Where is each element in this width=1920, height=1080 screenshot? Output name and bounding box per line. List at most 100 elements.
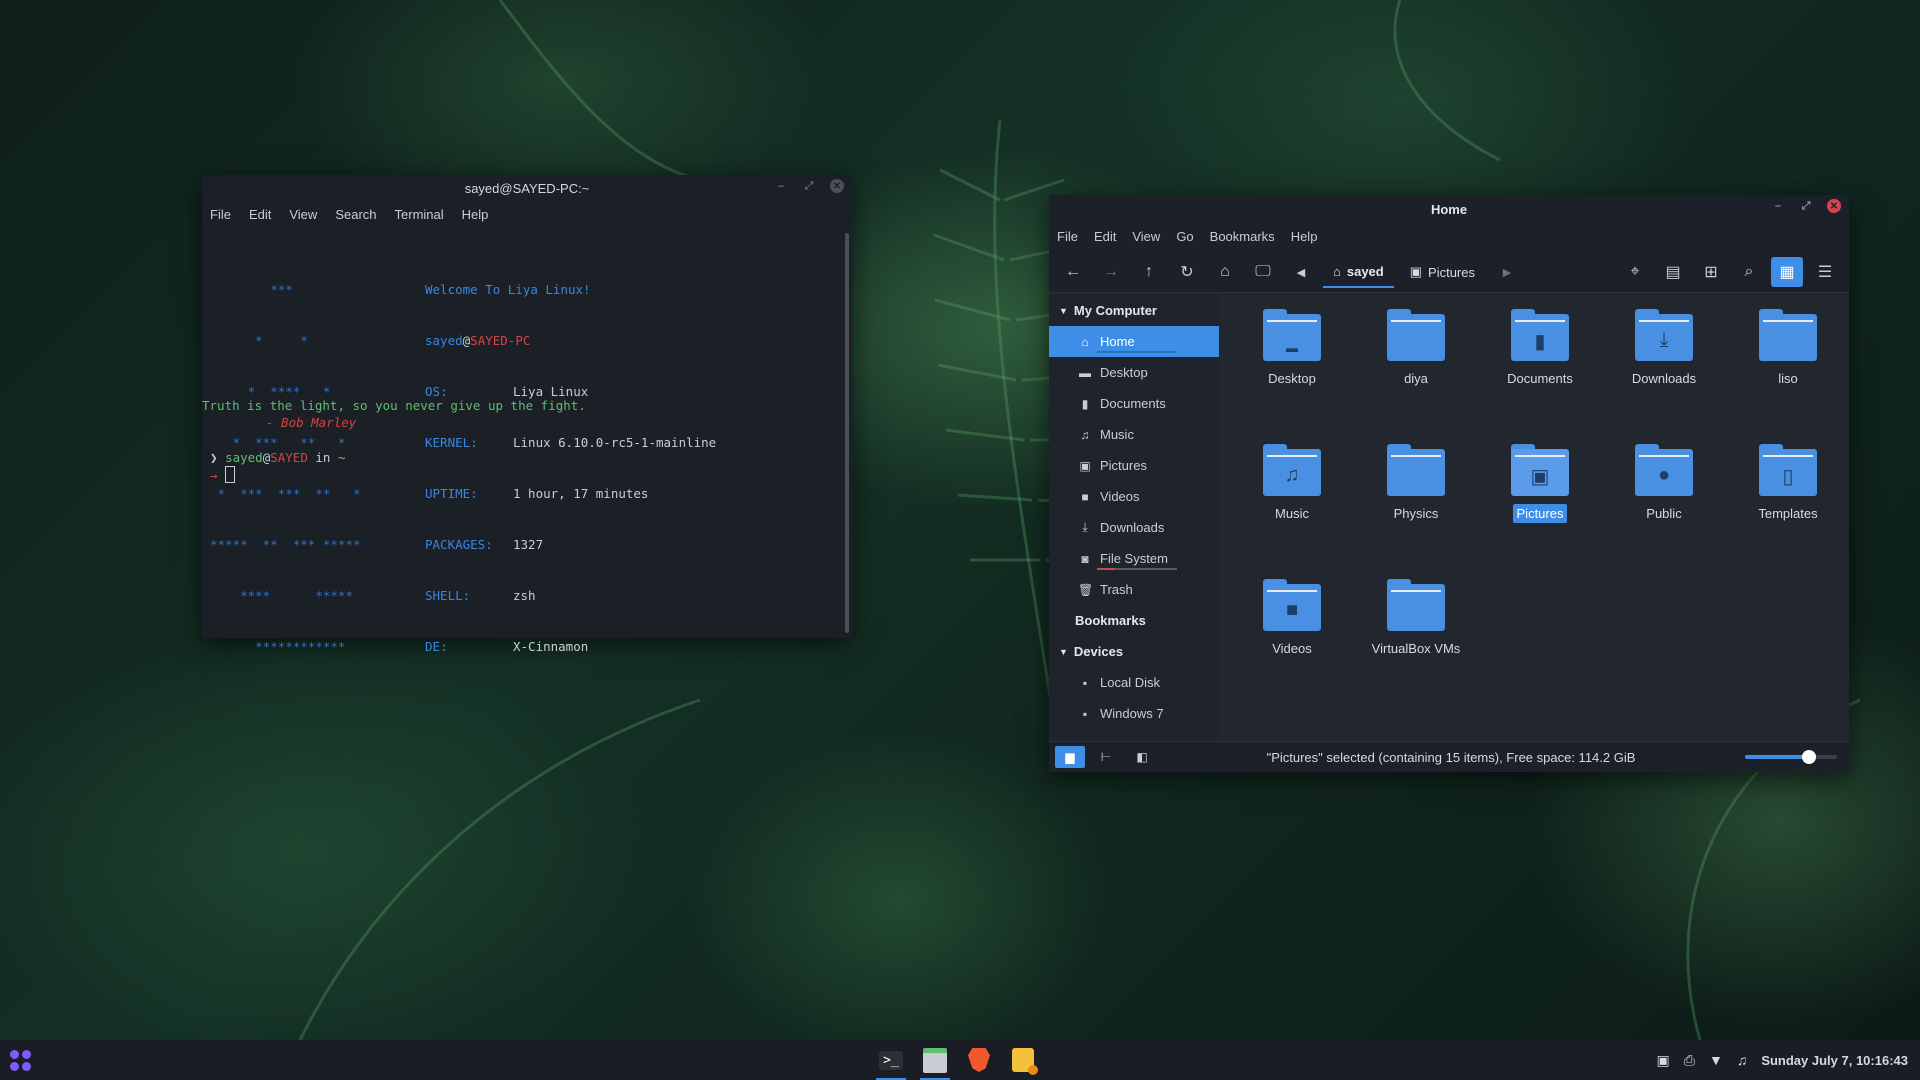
status-text: "Pictures" selected (containing 15 items… xyxy=(1266,749,1636,765)
fm-title: Home xyxy=(1430,201,1468,217)
minimize-icon[interactable]: – xyxy=(1771,199,1785,213)
document-icon: ▮ xyxy=(1081,396,1089,411)
drive-icon: ▪ xyxy=(1082,675,1088,690)
close-icon[interactable]: ✕ xyxy=(830,179,844,193)
fm-titlebar[interactable]: Home – ⤢ ✕ xyxy=(1049,195,1849,223)
menu-file[interactable]: File xyxy=(1057,229,1078,244)
tree-pane-icon[interactable]: ⊢ xyxy=(1091,746,1121,768)
maximize-icon[interactable]: ⤢ xyxy=(1799,199,1813,213)
folder-public[interactable]: ● Public xyxy=(1609,444,1719,523)
places-pane-icon[interactable]: ▆ xyxy=(1055,746,1085,768)
folder-music[interactable]: ♫ Music xyxy=(1237,444,1347,523)
sidebar-item-videos[interactable]: ■ Videos xyxy=(1049,481,1219,512)
toggle-sidebar-icon[interactable]: ◧ xyxy=(1127,746,1157,768)
music-icon[interactable]: ♫ xyxy=(1737,1052,1748,1068)
folder-desktop[interactable]: ▬ Desktop xyxy=(1237,309,1347,388)
menu-search[interactable]: Search xyxy=(335,207,376,222)
folder-liso[interactable]: liso xyxy=(1733,309,1843,388)
breadcrumb-pictures[interactable]: ▣ Pictures xyxy=(1400,257,1485,287)
folder-icon: ▯ xyxy=(1759,444,1817,496)
folder-icon: ▣ xyxy=(1511,444,1569,496)
home-icon[interactable]: ⌂ xyxy=(1209,257,1241,287)
menu-edit[interactable]: Edit xyxy=(249,207,271,222)
folder-virtualbox-vms[interactable]: VirtualBox VMs xyxy=(1361,579,1471,658)
sidebar-section-my-computer[interactable]: ▼ My Computer xyxy=(1049,295,1219,326)
folder-templates[interactable]: ▯ Templates xyxy=(1733,444,1843,523)
terminal-window[interactable]: sayed@SAYED-PC:~ – ⤢ ✕ File Edit View Se… xyxy=(202,175,852,654)
terminal-here-icon[interactable]: ▤ xyxy=(1657,257,1689,287)
file-manager-window[interactable]: Home – ⤢ ✕ File Edit View Go Bookmarks H… xyxy=(1049,195,1849,772)
sidebar-item-pictures[interactable]: ▣ Pictures xyxy=(1049,450,1219,481)
taskbar-apps: >_ xyxy=(872,1040,1042,1080)
menu-view[interactable]: View xyxy=(289,207,317,222)
menu-terminal[interactable]: Terminal xyxy=(395,207,444,222)
text-cursor xyxy=(225,466,236,483)
new-folder-icon[interactable]: ⊞ xyxy=(1695,257,1727,287)
menu-file[interactable]: File xyxy=(210,207,231,222)
folder-videos[interactable]: ■ Videos xyxy=(1237,579,1347,658)
menu-view[interactable]: View xyxy=(1132,229,1160,244)
search-icon[interactable]: ⌕ xyxy=(1733,257,1765,287)
sidebar-item-downloads[interactable]: ⤓ Downloads xyxy=(1049,512,1219,543)
menu-go[interactable]: Go xyxy=(1176,229,1193,244)
menu-help[interactable]: Help xyxy=(1291,229,1318,244)
folder-physics[interactable]: Physics xyxy=(1361,444,1471,523)
sidebar-item-home[interactable]: ⌂ Home xyxy=(1049,326,1219,357)
breadcrumb-right-icon[interactable]: ▶ xyxy=(1491,257,1523,287)
terminal-titlebar[interactable]: sayed@SAYED-PC:~ – ⤢ ✕ xyxy=(202,175,852,201)
quote-author: - Bob Marley xyxy=(266,415,357,430)
folder-downloads[interactable]: ⤓ Downloads xyxy=(1609,309,1719,388)
zoom-slider-fill xyxy=(1745,755,1810,759)
app-menu-button[interactable] xyxy=(0,1040,40,1080)
wifi-icon[interactable]: ▼ xyxy=(1709,1052,1723,1068)
menu-edit[interactable]: Edit xyxy=(1094,229,1116,244)
sidebar-item-file-system[interactable]: ◙ File System xyxy=(1049,543,1219,574)
printer-icon[interactable]: ⎙ xyxy=(1684,1052,1695,1069)
workspace-icon[interactable]: ▣ xyxy=(1657,1052,1670,1069)
sidebar-item-music[interactable]: ♫ Music xyxy=(1049,419,1219,450)
folder-documents[interactable]: ▮ Documents xyxy=(1485,309,1595,388)
location-icon[interactable]: ⌖ xyxy=(1619,257,1651,287)
maximize-icon[interactable]: ⤢ xyxy=(802,179,816,193)
list-view-icon[interactable]: ☰ xyxy=(1809,257,1841,287)
folder-icon: ▮ xyxy=(1511,309,1569,361)
notes-icon[interactable] xyxy=(1004,1042,1042,1078)
files-icon[interactable] xyxy=(916,1042,954,1080)
terminal-output[interactable]: *** * * * **** * * *** ** * * *** *** **… xyxy=(202,237,838,654)
menu-bookmarks[interactable]: Bookmarks xyxy=(1210,229,1275,244)
sidebar-section-bookmarks[interactable]: Bookmarks xyxy=(1049,605,1219,636)
folder-icon: ■ xyxy=(1263,579,1321,631)
back-icon[interactable]: ← xyxy=(1057,257,1089,287)
home-usage-track xyxy=(1097,351,1177,353)
zoom-slider-handle[interactable] xyxy=(1802,750,1817,764)
fm-icon-view[interactable]: ▬ Desktop diya ▮ Documents ⤓ Downloads l… xyxy=(1219,295,1849,742)
sidebar-item-trash[interactable]: 🗑 Trash xyxy=(1049,574,1219,605)
breadcrumb-sayed[interactable]: ⌂ sayed xyxy=(1323,256,1394,288)
folder-pictures[interactable]: ▣ Pictures xyxy=(1485,444,1595,523)
reload-icon[interactable]: ↻ xyxy=(1171,257,1203,287)
up-icon[interactable]: ↑ xyxy=(1133,257,1165,287)
zoom-slider[interactable] xyxy=(1745,750,1837,764)
menu-help[interactable]: Help xyxy=(462,207,489,222)
sidebar-item-desktop[interactable]: ▬ Desktop xyxy=(1049,357,1219,388)
clock[interactable]: Sunday July 7, 10:16:43 xyxy=(1761,1053,1908,1068)
sidebar-item-local-disk[interactable]: ▪ Local Disk xyxy=(1049,667,1219,698)
folder-icon: ▬ xyxy=(1263,309,1321,361)
close-icon[interactable]: ✕ xyxy=(1827,199,1841,213)
taskbar: >_ ▣ ⎙ ▼ ♫ Sunday July 7, 10:16:43 xyxy=(0,1040,1920,1080)
brave-icon[interactable] xyxy=(960,1042,998,1078)
fm-statusbar: ▆ ⊢ ◧ "Pictures" selected (containing 15… xyxy=(1049,741,1849,772)
breadcrumb-left-icon[interactable]: ◀ xyxy=(1285,257,1317,287)
terminal-icon[interactable]: >_ xyxy=(872,1042,910,1080)
folder-diya[interactable]: diya xyxy=(1361,309,1471,388)
sidebar-section-devices[interactable]: ▼ Devices xyxy=(1049,636,1219,667)
icon-view-icon[interactable]: ▦ xyxy=(1771,257,1803,287)
sidebar-item-windows-7[interactable]: ▪ Windows 7 xyxy=(1049,698,1219,729)
computer-icon[interactable]: 🖵 xyxy=(1247,257,1279,287)
forward-icon[interactable]: → xyxy=(1095,257,1127,287)
sidebar-item-documents[interactable]: ▮ Documents xyxy=(1049,388,1219,419)
system-info: Welcome To Liya Linux! sayed@SAYED-PC OS… xyxy=(425,282,717,654)
minimize-icon[interactable]: – xyxy=(774,179,788,193)
command-line[interactable]: → xyxy=(210,466,236,484)
terminal-scrollbar[interactable] xyxy=(845,233,849,633)
